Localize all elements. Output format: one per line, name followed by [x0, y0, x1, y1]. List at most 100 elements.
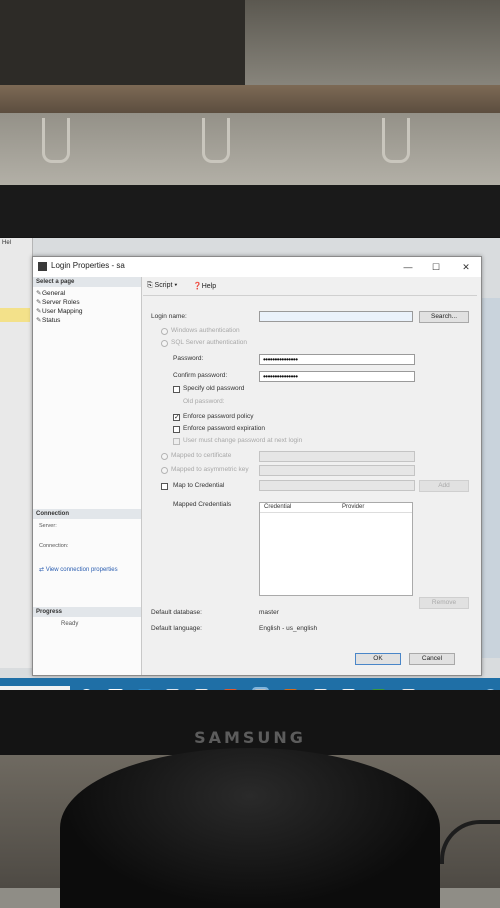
script-label: Script	[154, 282, 173, 289]
dialog-titlebar[interactable]: Login Properties - sa — ☐ ✕	[33, 257, 481, 277]
page-label: Server Roles	[42, 299, 80, 306]
maximize-icon[interactable]: ☐	[429, 260, 443, 274]
page-user-mapping[interactable]: ✎User Mapping	[36, 307, 82, 316]
tray-icon[interactable]	[484, 689, 497, 690]
background-app-window: Hel	[0, 238, 33, 668]
help-label: Help	[201, 283, 217, 290]
screen: Hel Login Properties - sa — ☐ ✕ Select a…	[0, 238, 500, 690]
background-app-selected-row[interactable]	[0, 308, 30, 322]
link-icon: ⇄	[39, 567, 46, 573]
background-desktop	[480, 298, 500, 658]
default-language-value[interactable]: English - us_english	[259, 625, 317, 632]
shelf-shadow	[0, 0, 245, 85]
progress-status: Ready	[61, 621, 79, 627]
sql-auth-label: SQL Server authentication	[171, 339, 247, 346]
page-label: User Mapping	[42, 308, 83, 315]
cortana-icon[interactable]	[80, 689, 93, 690]
mapped-credentials-grid[interactable]: Credential Provider	[259, 502, 413, 596]
link-label: View connection properties	[45, 567, 118, 573]
confirm-password-label: Confirm password:	[173, 372, 228, 379]
credential-select[interactable]	[259, 480, 415, 491]
password-field[interactable]: •••••••••••••••	[259, 354, 415, 365]
mapped-credentials-label: Mapped Credentials	[173, 501, 232, 508]
ssms-icon[interactable]	[252, 687, 269, 690]
view-connection-properties-link[interactable]: ⇄ View connection properties	[39, 566, 118, 573]
login-name-field[interactable]	[259, 311, 413, 322]
old-password-label: Old password:	[183, 398, 225, 405]
password-label: Password:	[173, 355, 204, 362]
app-icon-grey[interactable]	[402, 689, 415, 690]
grid-col-credential: Credential	[264, 504, 292, 510]
select-page-header: Select a page	[33, 277, 141, 287]
login-properties-dialog: Login Properties - sa — ☐ ✕ Select a pag…	[32, 256, 482, 676]
mapped-cert-select[interactable]	[259, 451, 415, 462]
help-icon: ❓	[193, 283, 202, 290]
office-icon[interactable]	[224, 689, 237, 690]
shelf-bracket	[42, 118, 70, 163]
shelf-bracket	[202, 118, 230, 163]
connection-server-label: Server:	[39, 523, 57, 529]
edge-icon[interactable]	[138, 689, 151, 690]
background-app-title: Hel	[2, 240, 12, 246]
add-button[interactable]: Add	[419, 480, 469, 492]
cancel-button[interactable]: Cancel	[409, 653, 455, 665]
document-icon[interactable]	[342, 689, 355, 690]
script-button[interactable]: ⎘ Script ▾	[147, 282, 177, 290]
specify-old-password-checkbox[interactable]	[173, 386, 180, 393]
windows-auth-label: Windows authentication	[171, 327, 240, 334]
default-database-label: Default database:	[151, 609, 202, 616]
login-name-label: Login name:	[151, 313, 187, 320]
sql-auth-radio[interactable]	[161, 340, 168, 347]
shelf-bracket	[382, 118, 410, 163]
app-icon	[38, 262, 47, 271]
page-status[interactable]: ✎Status	[36, 316, 60, 325]
mapped-key-select[interactable]	[259, 465, 415, 476]
search-button[interactable]: Search...	[419, 311, 469, 323]
monitor-stand	[60, 748, 440, 908]
must-change-checkbox[interactable]	[173, 438, 180, 445]
dialog-title: Login Properties - sa	[51, 261, 125, 270]
confirm-password-field[interactable]: •••••••••••••••	[259, 371, 415, 382]
task-view-icon[interactable]	[108, 689, 123, 690]
enforce-expiration-checkbox[interactable]	[173, 426, 180, 433]
mail-icon[interactable]	[195, 689, 208, 690]
default-database-value[interactable]: master	[259, 609, 279, 616]
taskbar	[0, 678, 500, 690]
mapped-cert-radio[interactable]	[161, 453, 168, 460]
page-server-roles[interactable]: ✎Server Roles	[36, 298, 80, 307]
map-credential-label: Map to Credential	[173, 482, 225, 489]
shelf-board	[0, 85, 500, 113]
app-icon-white[interactable]	[314, 689, 327, 690]
specify-old-password-label: Specify old password	[183, 385, 245, 392]
taskbar-search[interactable]	[0, 686, 70, 690]
store-icon[interactable]	[166, 689, 179, 690]
must-change-label: User must change password at next login	[183, 437, 303, 444]
progress-header: Progress	[33, 607, 141, 617]
app-icon-orange[interactable]	[284, 689, 297, 690]
app-icon-green[interactable]	[372, 689, 385, 690]
mapped-key-radio[interactable]	[161, 467, 168, 474]
monitor-brand-logo: SAMSUNG	[194, 728, 306, 747]
page-general[interactable]: ✎General	[36, 289, 65, 298]
default-language-label: Default language:	[151, 625, 202, 632]
mapped-key-label: Mapped to asymmetric key	[171, 466, 249, 473]
mapped-cert-label: Mapped to certificate	[171, 452, 232, 459]
page-label: General	[42, 290, 66, 297]
grid-col-provider: Provider	[342, 504, 365, 510]
enforce-expiration-label: Enforce password expiration	[183, 425, 266, 432]
enforce-policy-checkbox[interactable]: ✓	[173, 414, 180, 421]
help-button[interactable]: ❓Help	[193, 282, 216, 290]
close-icon[interactable]: ✕	[459, 260, 473, 274]
connection-header: Connection	[33, 509, 141, 519]
map-credential-checkbox[interactable]	[161, 483, 168, 490]
enforce-policy-label: Enforce password policy	[183, 413, 254, 420]
ok-button[interactable]: OK	[355, 653, 401, 665]
general-page: Login name: Search... Windows authentica…	[143, 297, 481, 675]
script-icon: ⎘	[147, 282, 155, 289]
remove-button[interactable]: Remove	[419, 597, 469, 609]
dialog-toolbar: ⎘ Script ▾ ❓Help	[143, 279, 477, 296]
connection-connection-label: Connection:	[39, 543, 69, 549]
windows-auth-radio[interactable]	[161, 328, 168, 335]
monitor-bezel	[0, 185, 500, 237]
minimize-icon[interactable]: —	[401, 260, 415, 274]
